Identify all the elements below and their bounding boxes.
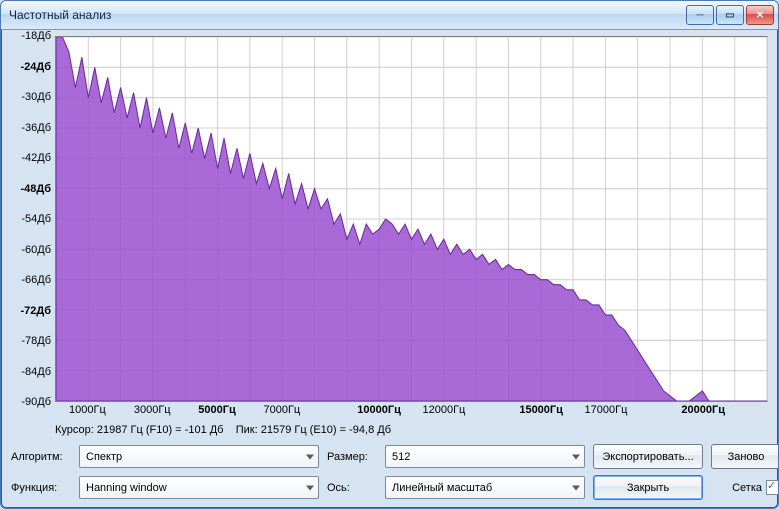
x-tick-label: 5000Гц — [198, 404, 235, 416]
export-button[interactable]: Экспортировать... — [593, 444, 703, 469]
y-tick-label: -78Дб — [21, 335, 51, 347]
minimize-button[interactable]: ─ — [686, 5, 714, 25]
algorithm-label: Алгоритм: — [11, 451, 71, 463]
grid-label: Сетка — [732, 482, 762, 494]
status-line: Курсор: 21987 Гц (F10) = -101 Дб Пик: 21… — [55, 424, 768, 436]
body: -18Дб -24Дб -30Дб -36Дб -42Дб -48Дб -54Дб -60Дб… — [1, 30, 778, 508]
function-label: Функция: — [11, 482, 71, 494]
y-axis: -18Дб-24Дб-30Дб-36Дб-42Дб-48Дб-54Дб-60Дб… — [11, 36, 55, 402]
y-tick-label: -54Дб — [21, 213, 51, 225]
peak-label: Пик: — [236, 424, 258, 436]
y-tick-label: -18Дб — [21, 30, 51, 42]
controls: Алгоритм: Спектр Размер: 512 Экспортиров… — [11, 444, 768, 500]
peak-value: 21579 Гц (E10) = -94,8 Дб — [261, 424, 391, 436]
x-tick-label: 17000Гц — [585, 404, 628, 416]
x-tick-label: 3000Гц — [134, 404, 171, 416]
y-tick-label: -72Дб — [20, 305, 51, 317]
y-tick-label: -42Дб — [21, 152, 51, 164]
y-tick-label: -84Дб — [21, 366, 51, 378]
titlebar[interactable]: Частотный анализ ─ ▭ ✕ — [1, 1, 778, 30]
y-tick-label: -30Дб — [21, 91, 51, 103]
x-tick-label: 15000Гц — [519, 404, 563, 416]
grid-checkbox-wrap[interactable]: Сетка — [711, 480, 779, 495]
size-select[interactable]: 512 — [385, 445, 585, 468]
replot-button[interactable]: Заново — [711, 444, 779, 469]
x-tick-label: 1000Гц — [69, 404, 106, 416]
maximize-button[interactable]: ▭ — [716, 5, 744, 25]
x-tick-label: 10000Гц — [357, 404, 401, 416]
function-select[interactable]: Hanning window — [79, 476, 319, 499]
algorithm-select[interactable]: Спектр — [79, 445, 319, 468]
grid-checkbox[interactable] — [766, 480, 779, 495]
y-tick-label: -60Дб — [21, 244, 51, 256]
axis-label: Ось: — [327, 482, 377, 494]
x-tick-label: 12000Гц — [422, 404, 465, 416]
window-title: Частотный анализ — [9, 8, 686, 22]
cursor-label: Курсор: — [55, 424, 94, 436]
axis-select[interactable]: Линейный масштаб — [385, 476, 585, 499]
y-tick-label: -66Дб — [21, 274, 51, 286]
size-label: Размер: — [327, 451, 377, 463]
close-button[interactable]: ✕ — [746, 5, 774, 25]
x-axis: 1000Гц 3000Гц 5000Гц 7000Гц 10000Гц 12000Гц 15… — [55, 402, 768, 420]
y-tick-label: -36Дб — [21, 122, 51, 134]
x-tick-label: 20000Гц — [681, 404, 725, 416]
y-tick-label: -48Дб — [20, 183, 51, 195]
spectrum-chart[interactable] — [55, 36, 768, 402]
y-tick-label: -90Дб — [21, 396, 51, 408]
cursor-value: 21987 Гц (F10) = -101 Дб — [97, 424, 224, 436]
y-tick-label: -24Дб — [20, 61, 51, 73]
plot-area: -18Дб-24Дб-30Дб-36Дб-42Дб-48Дб-54Дб-60Дб… — [11, 36, 768, 420]
x-tick-label: 7000Гц — [263, 404, 300, 416]
window: Частотный анализ ─ ▭ ✕ -18Дб -24Дб -30Дб -3… — [0, 0, 779, 509]
close-dialog-button[interactable]: Закрыть — [593, 475, 703, 500]
window-buttons: ─ ▭ ✕ — [686, 5, 774, 25]
